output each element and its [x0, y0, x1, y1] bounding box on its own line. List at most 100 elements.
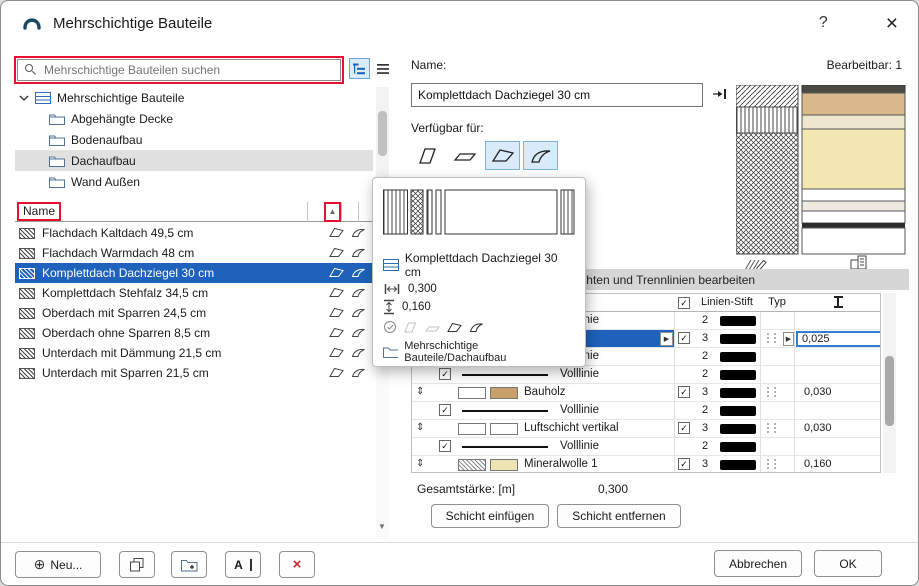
reorder-handle[interactable]: ⇕	[416, 458, 424, 469]
skin-material-name[interactable]: Luftschicht vertikal	[524, 422, 658, 434]
tree-view-toggle[interactable]	[349, 58, 370, 79]
duplicate-button[interactable]	[119, 551, 155, 578]
skin-thickness[interactable]: 0,030	[804, 386, 832, 398]
skins-scrollbar[interactable]	[883, 293, 896, 473]
list-view-toggle[interactable]	[372, 58, 393, 79]
availability-icons	[329, 267, 366, 278]
scroll-down-arrow[interactable]: ▼	[378, 522, 386, 531]
pen-number[interactable]: 3	[696, 422, 714, 434]
new-button[interactable]: ⊕ Neu...	[15, 551, 101, 578]
pen-color-swatch[interactable]	[720, 370, 756, 380]
availability-icons	[329, 327, 366, 338]
skin-pen-checkbox[interactable]: ✓	[678, 422, 690, 434]
close-icon[interactable]: ×	[886, 13, 898, 34]
pen-number[interactable]: 3	[696, 332, 714, 344]
tree-item[interactable]: Dachaufbau	[15, 150, 373, 171]
pen-number[interactable]: 2	[696, 440, 714, 452]
skin-material-name[interactable]: Mineralwolle 1	[524, 458, 658, 470]
sort-arrow-button[interactable]: ▲	[324, 202, 341, 222]
skin-pen-checkbox[interactable]: ✓	[678, 332, 690, 344]
pen-color-swatch[interactable]	[720, 334, 756, 344]
skin-thickness[interactable]: 0,160	[804, 458, 832, 470]
roof-toggle[interactable]	[485, 141, 520, 170]
skin-pen-checkbox[interactable]: ✓	[678, 386, 690, 398]
list-item[interactable]: Oberdach ohne Sparren 8,5 cm	[15, 323, 375, 343]
remove-skin-button[interactable]: Schicht entfernen	[557, 504, 681, 528]
tree-root-item[interactable]: Mehrschichtige Bauteile	[15, 87, 373, 108]
titlebar: Mehrschichtige Bauteile ? ×	[1, 1, 918, 45]
type-picker-button[interactable]: ▶	[783, 332, 794, 346]
availability-icons	[329, 307, 366, 318]
pen-number[interactable]: 2	[696, 404, 714, 416]
separator-row[interactable]: ✓ Volllinie 2	[412, 402, 880, 420]
pen-color-swatch[interactable]	[720, 406, 756, 416]
separator-row[interactable]: ✓ Volllinie 2	[412, 438, 880, 456]
slab-toggle[interactable]	[447, 141, 482, 170]
wall-toggle[interactable]	[409, 141, 444, 170]
tree-item[interactable]: Wand Außen	[15, 171, 373, 192]
pen-color-swatch[interactable]	[720, 388, 756, 398]
list-item[interactable]: Unterdach mit Dämmung 21,5 cm	[15, 343, 375, 363]
skin-thickness[interactable]: 0,030	[804, 422, 832, 434]
pen-number[interactable]: 2	[696, 368, 714, 380]
rename-button[interactable]: A	[225, 551, 261, 578]
composites-dialog: Mehrschichtige Bauteile ? × Mehrschichti…	[0, 0, 919, 586]
list-item-label: Flachdach Warmdach 48 cm	[42, 246, 375, 260]
reorder-handle[interactable]: ⇕	[416, 386, 424, 397]
name-column-header[interactable]: Name	[17, 202, 61, 221]
pen-number[interactable]: 3	[696, 458, 714, 470]
composite-name-input[interactable]	[411, 83, 703, 107]
header-checkbox[interactable]: ✓	[678, 297, 690, 309]
pen-color-swatch[interactable]	[720, 316, 756, 326]
composite-thumbnail-icon	[19, 348, 35, 359]
skin-material-name[interactable]: Bauholz	[524, 386, 658, 398]
pen-color-swatch[interactable]	[720, 424, 756, 434]
cancel-button[interactable]: Abbrechen	[714, 550, 802, 577]
skin-row[interactable]: ⇕ Luftschicht vertikal ▶ ✓ 3 ▶ 0,030 0,0…	[412, 420, 880, 438]
material-picker-button[interactable]: ▶	[660, 332, 673, 346]
insert-skin-button[interactable]: Schicht einfügen	[431, 504, 549, 528]
pen-number[interactable]: 2	[696, 314, 714, 326]
skin-pen-checkbox[interactable]: ✓	[678, 458, 690, 470]
list-item[interactable]: Flachdach Warmdach 48 cm	[15, 243, 375, 263]
delete-x-icon: ×	[293, 556, 302, 573]
list-item-label: Oberdach ohne Sparren 8,5 cm	[42, 326, 375, 340]
tree-item[interactable]: Bodenaufbau	[15, 129, 373, 150]
pen-color-swatch[interactable]	[720, 460, 756, 470]
shell-icon	[351, 247, 366, 258]
ok-button[interactable]: OK	[814, 550, 882, 577]
search-input[interactable]	[42, 62, 334, 78]
list-item[interactable]: Komplettdach Stehfalz 34,5 cm	[15, 283, 375, 303]
separator-checkbox[interactable]: ✓	[439, 404, 451, 416]
new-folder-button[interactable]	[171, 551, 207, 578]
separator-checkbox[interactable]: ✓	[439, 368, 451, 380]
skin-thickness-field[interactable]: 0,025	[796, 331, 881, 347]
tree-item[interactable]: Abgehängte Decke	[15, 108, 373, 129]
column-header-cell[interactable]	[341, 202, 358, 222]
column-header-cell[interactable]	[307, 202, 324, 222]
pen-color-swatch[interactable]	[720, 352, 756, 362]
tree-item-label: Wand Außen	[71, 175, 140, 189]
shell-icon	[351, 287, 366, 298]
delete-button[interactable]: ×	[279, 551, 315, 578]
search-box[interactable]	[17, 59, 341, 81]
list-item[interactable]: Oberdach mit Sparren 24,5 cm	[15, 303, 375, 323]
reorder-handle[interactable]: ⇕	[416, 422, 424, 433]
pen-number[interactable]: 2	[696, 350, 714, 362]
pen-number[interactable]: 3	[696, 386, 714, 398]
skin-row[interactable]: ⇕ Mineralwolle 1 ▶ ✓ 3 ▶ 0,160 0,160	[412, 456, 880, 473]
separator-checkbox[interactable]: ✓	[439, 440, 451, 452]
help-button[interactable]: ?	[819, 14, 828, 32]
total-thickness-value: 0,300	[598, 482, 628, 496]
list-item[interactable]: Komplettdach Dachziegel 30 cm	[15, 263, 375, 283]
availability-icons	[329, 347, 366, 358]
pen-color-swatch[interactable]	[720, 442, 756, 452]
list-item-label: Unterdach mit Dämmung 21,5 cm	[42, 346, 375, 360]
shell-icon	[351, 307, 366, 318]
list-item[interactable]: Unterdach mit Sparren 21,5 cm	[15, 363, 375, 383]
skin-row[interactable]: ⇕ Bauholz ▶ ✓ 3 ▶ 0,030 0,030	[412, 384, 880, 402]
shell-toggle[interactable]	[523, 141, 558, 170]
composite-thumbnail-icon	[19, 308, 35, 319]
list-item[interactable]: Flachdach Kaltdach 49,5 cm	[15, 223, 375, 243]
separator-row[interactable]: ✓ Volllinie 2	[412, 366, 880, 384]
